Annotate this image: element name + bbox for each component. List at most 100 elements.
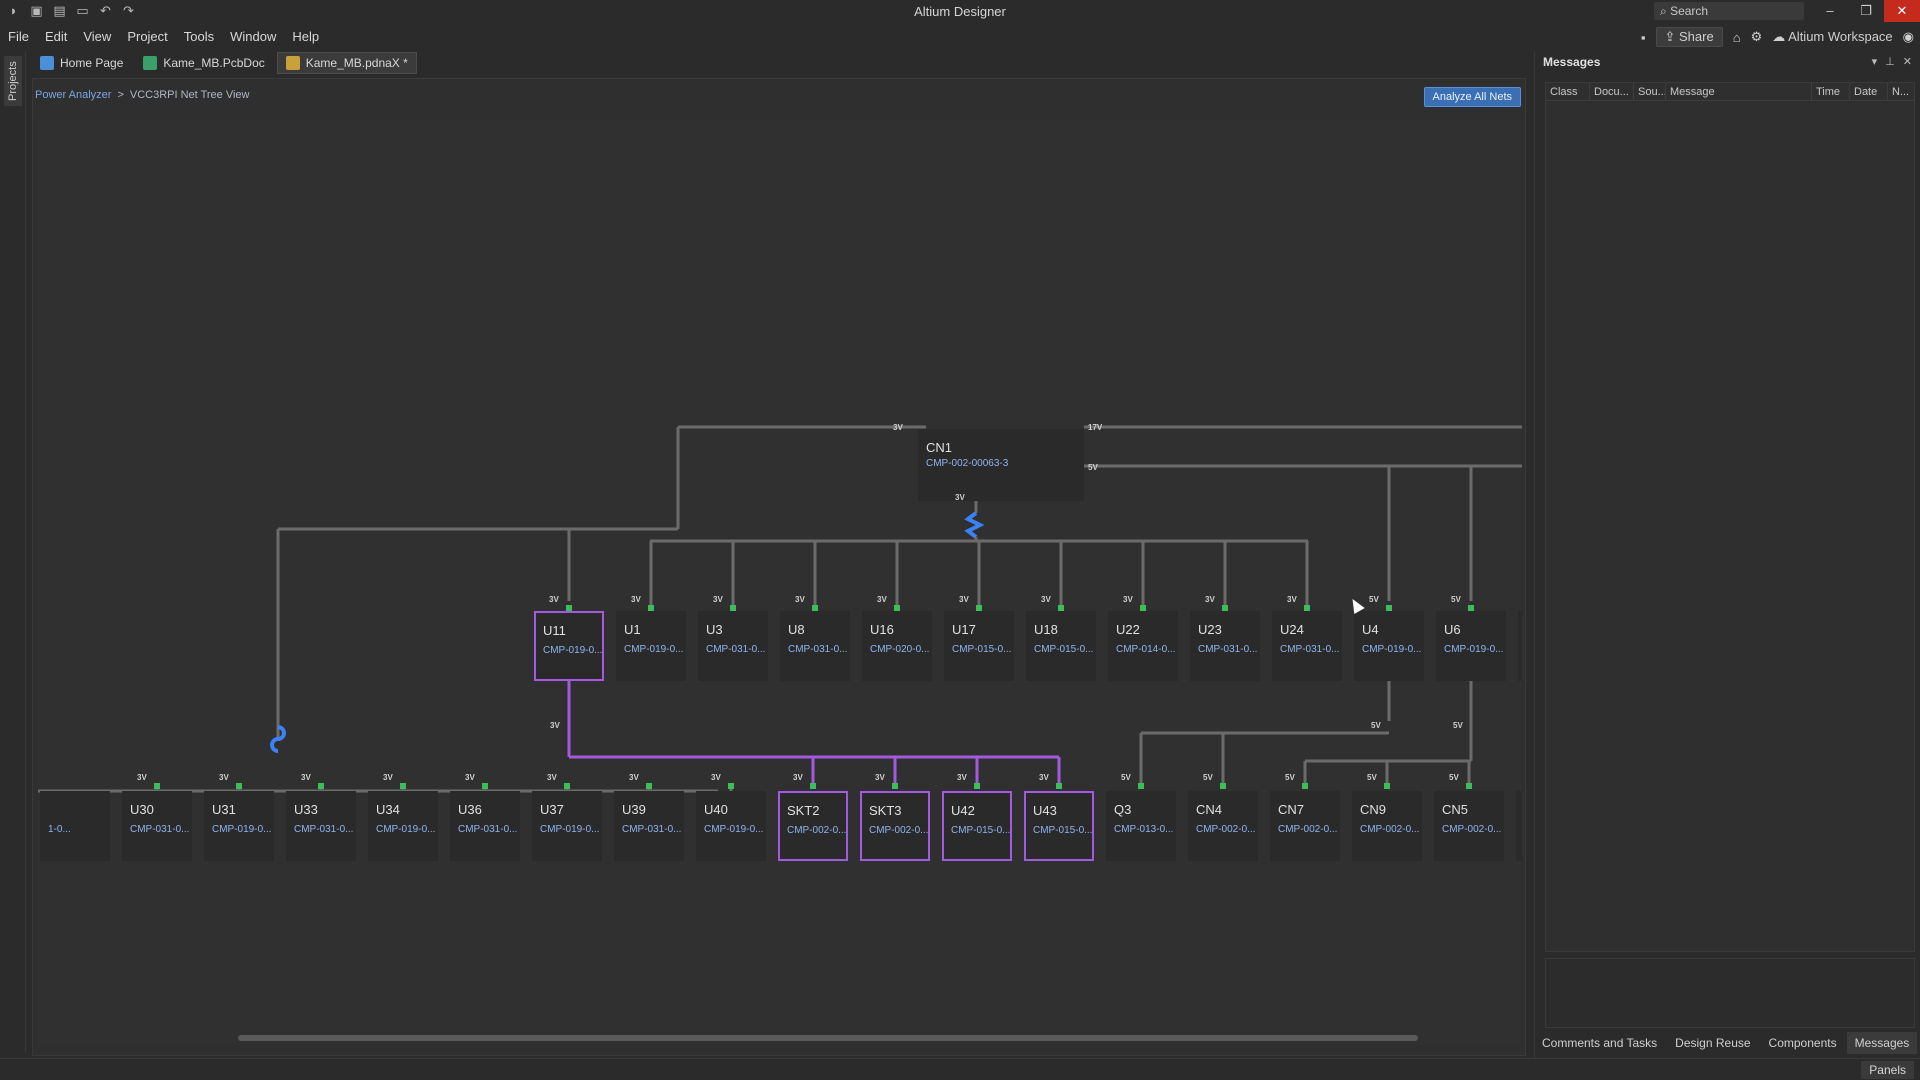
row2-voltage-label: 3V — [711, 773, 721, 782]
col-date[interactable]: Date — [1850, 82, 1888, 101]
row2-voltage-label: 3V — [629, 773, 639, 782]
net-node-u42[interactable]: U42 CMP-015-0... — [942, 791, 1012, 861]
net-node-u40[interactable]: U40 CMP-019-0... — [696, 791, 766, 861]
workspace-button[interactable]: ☁ Altium Workspace — [1772, 29, 1892, 45]
col-class[interactable]: Class — [1546, 82, 1590, 101]
panel-menu-icon[interactable]: ▾ — [1872, 55, 1878, 68]
net-node-cn1[interactable]: CN1CMP- — [1516, 791, 1522, 861]
net-node-cn9[interactable]: CN9 CMP-002-0... — [1352, 791, 1422, 861]
tab-components[interactable]: Components — [1761, 1032, 1845, 1054]
messages-table[interactable]: Class Docu... Sou... Message Time Date N… — [1545, 82, 1915, 952]
node-part-number: CMP-015-0... — [1034, 644, 1094, 655]
node-part-number: CMP-019-0... — [1362, 644, 1422, 655]
chat-icon[interactable]: ▪ — [1641, 30, 1646, 45]
panels-button[interactable]: Panels — [1861, 1061, 1914, 1079]
node-part-number: CMP-031-0... — [458, 824, 518, 835]
net-node-cn7[interactable]: CN7 CMP-002-0... — [1270, 791, 1340, 861]
menu-project[interactable]: Project — [119, 29, 175, 44]
node-designator: U17 — [952, 622, 976, 637]
net-node-cn1-root[interactable]: CN1 CMP-002-00063-3 — [918, 429, 1084, 501]
net-node-u16[interactable]: U16 CMP-020-0... — [862, 611, 932, 681]
net-node-u8[interactable]: U8 CMP-031-0... — [780, 611, 850, 681]
user-avatar-icon[interactable]: ◉ — [1903, 29, 1914, 45]
col-document[interactable]: Docu... — [1590, 82, 1634, 101]
tab-pdnax[interactable]: Kame_MB.pdnaX * — [276, 52, 417, 74]
node-designator: U31 — [212, 802, 236, 817]
net-node-u37[interactable]: U37 CMP-019-0... — [532, 791, 602, 861]
node-part-number: CMP-002-00063-3 — [926, 458, 1009, 469]
net-node-skt2[interactable]: SKT2 CMP-002-0... — [778, 791, 848, 861]
net-node-u36[interactable]: U36 CMP-031-0... — [450, 791, 520, 861]
projects-rail: Projects — [0, 52, 26, 1052]
node-part-number: CMP-031-0... — [622, 824, 682, 835]
pin-icon[interactable]: ⊥ — [1885, 55, 1895, 68]
menu-window[interactable]: Window — [222, 29, 284, 44]
tab-home-page[interactable]: Home Page — [32, 52, 131, 74]
net-node-skt3[interactable]: SKT3 CMP-002-0... — [860, 791, 930, 861]
minimize-button[interactable]: – — [1812, 0, 1848, 22]
net-node-u23[interactable]: U23 CMP-031-0... — [1190, 611, 1260, 681]
menu-file[interactable]: File — [0, 29, 37, 44]
net-node-q3[interactable]: Q3 CMP-013-0... — [1106, 791, 1176, 861]
tab-comments-and-tasks[interactable]: Comments and Tasks — [1534, 1032, 1665, 1054]
analyze-all-nets-button[interactable]: Analyze All Nets — [1423, 87, 1521, 107]
tab-pcbdoc[interactable]: Kame_MB.PcbDoc — [135, 52, 272, 74]
net-node-u1[interactable]: U1 CMP-019-0... — [616, 611, 686, 681]
col-message[interactable]: Message — [1666, 82, 1812, 101]
projects-tab[interactable]: Projects — [4, 56, 22, 106]
breadcrumb-power-analyzer[interactable]: Power Analyzer — [35, 89, 111, 101]
pin-marker — [648, 605, 654, 611]
net-node-u43[interactable]: U43 CMP-015-0... — [1024, 791, 1094, 861]
net-node-u3[interactable]: U3 CMP-031-0... — [698, 611, 768, 681]
net-node-partial-right[interactable] — [1518, 611, 1522, 681]
gear-icon[interactable]: ⚙ — [1751, 29, 1763, 45]
net-node-u33[interactable]: U33 CMP-031-0... — [286, 791, 356, 861]
net-node-cn4[interactable]: CN4 CMP-002-0... — [1188, 791, 1258, 861]
tab-messages[interactable]: Messages — [1846, 1032, 1918, 1054]
net-tree-wires — [38, 425, 1522, 793]
net-node-u17[interactable]: U17 CMP-015-0... — [944, 611, 1014, 681]
menu-view[interactable]: View — [75, 29, 119, 44]
tab-design-reuse[interactable]: Design Reuse — [1667, 1032, 1758, 1054]
breadcrumb-separator: > — [117, 89, 124, 101]
node-designator: Q3 — [1114, 802, 1132, 817]
net-node-u18[interactable]: U18 CMP-015-0... — [1026, 611, 1096, 681]
row1-voltage-label: 3V — [1123, 595, 1133, 604]
net-node-u39[interactable]: U39 CMP-031-0... — [614, 791, 684, 861]
net-node-u11[interactable]: U11 CMP-019-0... — [534, 611, 604, 681]
node-designator: U3 — [706, 622, 723, 637]
pin-marker — [566, 605, 572, 611]
panel-close-icon[interactable]: ✕ — [1903, 55, 1912, 68]
pin-marker — [154, 783, 160, 789]
net-node-partial[interactable]: 1-0... — [40, 791, 110, 861]
home-icon[interactable]: ⌂ — [1733, 30, 1741, 45]
net-node-u34[interactable]: U34 CMP-019-0... — [368, 791, 438, 861]
menu-help[interactable]: Help — [284, 29, 327, 44]
net-node-u6[interactable]: U6 CMP-019-0... — [1436, 611, 1506, 681]
restore-button[interactable]: ❐ — [1848, 0, 1884, 22]
col-number[interactable]: N... — [1888, 83, 1914, 101]
row2-voltage-label: 3V — [137, 773, 147, 782]
messages-panel-title: Messages — [1543, 55, 1601, 69]
node-part-number: CMP-019-0... — [624, 644, 684, 655]
menu-edit[interactable]: Edit — [37, 29, 75, 44]
document-tabs: Home Page Kame_MB.PcbDoc Kame_MB.pdnaX * — [32, 52, 417, 76]
close-button[interactable]: ✕ — [1884, 0, 1920, 22]
net-node-u4[interactable]: U4 CMP-019-0... — [1354, 611, 1424, 681]
net-node-cn5[interactable]: CN5 CMP-002-0... — [1434, 791, 1504, 861]
node-part-number: CMP-014-0... — [1116, 644, 1176, 655]
pin-marker — [810, 783, 816, 789]
net-node-u31[interactable]: U31 CMP-019-0... — [204, 791, 274, 861]
net-node-u24[interactable]: U24 CMP-031-0... — [1272, 611, 1342, 681]
share-button[interactable]: ⇪ Share — [1655, 27, 1723, 47]
col-source[interactable]: Sou... — [1634, 82, 1666, 101]
node-part-number: CMP-015-0... — [1033, 825, 1093, 836]
menu-tools[interactable]: Tools — [176, 29, 222, 44]
net-tree-canvas[interactable]: CN1 CMP-002-00063-3 3V 17V 5V 3V U11 CMP-019-0.… — [38, 121, 1522, 1045]
net-node-u22[interactable]: U22 CMP-014-0... — [1108, 611, 1178, 681]
col-time[interactable]: Time — [1812, 82, 1850, 101]
search-input[interactable]: ⌕ Search — [1654, 2, 1804, 20]
horizontal-scrollbar[interactable] — [238, 1035, 1418, 1041]
net-node-u30[interactable]: U30 CMP-031-0... — [122, 791, 192, 861]
status-bar: Panels — [0, 1058, 1920, 1080]
